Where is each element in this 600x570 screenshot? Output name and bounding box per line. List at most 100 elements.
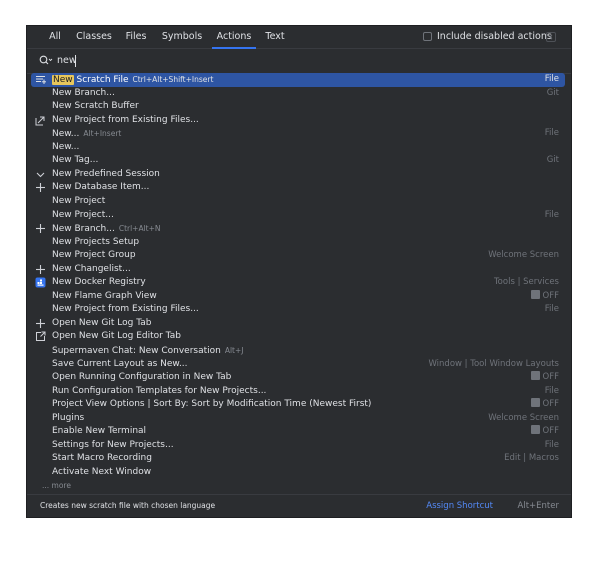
result-row[interactable]: New Changelist...	[31, 263, 565, 277]
search-icon[interactable]	[39, 55, 53, 66]
result-name-text: New Tag...	[52, 155, 99, 166]
result-row[interactable]: Start Macro Recording Edit | Macros	[31, 452, 565, 466]
match-highlight: New	[52, 75, 74, 85]
toggle-state: OFF	[542, 290, 559, 301]
project-from-files-icon	[35, 115, 46, 126]
tab-classes[interactable]: Classes	[75, 26, 113, 48]
result-location: File	[544, 128, 559, 139]
tab-symbols[interactable]: Symbols	[161, 26, 203, 48]
result-toggle[interactable]: OFF	[530, 371, 559, 385]
result-name: New...	[52, 141, 79, 155]
result-name: New Tag...	[52, 154, 98, 168]
result-row[interactable]: New Projects Setup	[31, 236, 565, 250]
result-shortcut: Ctrl+Alt+N	[118, 224, 161, 234]
more-link[interactable]: ... more	[42, 481, 71, 490]
result-row[interactable]: New Project	[31, 195, 565, 209]
result-row[interactable]: New Branch... Ctrl+Alt+N	[31, 222, 565, 236]
result-row[interactable]: New Docker Registry Tools | Services	[31, 276, 565, 290]
result-location: Welcome Screen	[488, 250, 559, 261]
plus-icon	[35, 182, 46, 193]
collapse-button[interactable]	[546, 32, 556, 42]
plus-icon	[35, 223, 46, 234]
result-row[interactable]: New Project from Existing Files...	[31, 114, 565, 128]
result-row[interactable]: New Flame Graph View OFF	[31, 289, 565, 304]
result-name-text: New Projects Setup	[52, 236, 140, 247]
result-name: New Project from Existing Files...	[52, 114, 199, 128]
result-name: New Branch... Ctrl+Alt+N	[52, 222, 161, 237]
search-row	[27, 49, 571, 74]
result-row[interactable]: Open New Git Log Tab	[31, 317, 565, 331]
result-row[interactable]: New Project from Existing Files... File	[31, 303, 565, 317]
tab-actions[interactable]: Actions	[212, 26, 256, 49]
result-name: New Project from Existing Files...	[52, 303, 199, 317]
result-name-text: New Flame Graph View	[52, 290, 157, 301]
result-row[interactable]: Open Running Configuration in New Tab OFF	[31, 371, 565, 385]
result-row[interactable]: Enable New Terminal OFF	[31, 425, 565, 439]
include-disabled-checkbox[interactable]	[423, 32, 432, 41]
result-row[interactable]: Supermaven Chat: New Conversation Alt+J	[31, 344, 565, 358]
search-input[interactable]	[57, 52, 537, 69]
result-row[interactable]: New Scratch File Ctrl+Alt+Shift+Insert Fil…	[31, 73, 565, 87]
result-row[interactable]: New Project... File	[31, 209, 565, 223]
result-name-text: New Project Group	[52, 250, 136, 261]
result-row[interactable]: Settings for New Projects... File	[31, 439, 565, 453]
result-row[interactable]: New Project Group Welcome Screen	[31, 249, 565, 263]
result-name-text: Settings for New Projects...	[52, 439, 174, 450]
result-name-text: New...	[52, 141, 80, 152]
result-name-text: New Project from Existing Files...	[52, 304, 199, 315]
assign-shortcut-key: Alt+Enter	[517, 501, 559, 511]
toggle-state: OFF	[542, 399, 559, 410]
result-row[interactable]: New Database Item...	[31, 181, 565, 195]
result-row[interactable]: New Branch... Git	[31, 87, 565, 101]
result-location: Welcome Screen	[488, 412, 559, 423]
chevron-down-icon	[35, 169, 46, 180]
result-name: New Projects Setup	[52, 236, 139, 250]
result-shortcut: Alt+J	[224, 346, 244, 355]
result-name-text: New Project	[52, 195, 106, 206]
result-location: File	[544, 385, 559, 396]
result-row[interactable]: Activate Next Window	[31, 466, 565, 480]
result-shortcut: Ctrl+Alt+Shift+Insert	[132, 75, 214, 84]
toggle-box	[530, 425, 540, 435]
result-name: New Project...	[52, 209, 114, 223]
result-name-text: Open Running Configuration in New Tab	[52, 372, 232, 383]
result-name: New Scratch Buffer	[52, 100, 139, 114]
result-toggle[interactable]: OFF	[530, 398, 559, 412]
result-toggle[interactable]: OFF	[530, 425, 559, 439]
search-everywhere-popup: All Classes Files Symbols Actions Text I…	[26, 25, 572, 518]
tab-files[interactable]: Files	[123, 26, 149, 48]
result-toggle[interactable]: OFF	[530, 289, 559, 304]
result-row[interactable]: New Tag... Git	[31, 154, 565, 168]
result-location: File	[544, 439, 559, 450]
result-name-text: Plugins	[52, 412, 85, 423]
result-name: Run Configuration Templates for New Proj…	[52, 385, 266, 399]
result-name: Plugins	[52, 412, 84, 426]
tab-all[interactable]: All	[44, 26, 66, 48]
text-caret	[75, 55, 76, 67]
footer-bar: Creates new scratch file with chosen lan…	[27, 494, 571, 517]
plus-icon	[35, 264, 46, 275]
result-name-text: Start Macro Recording	[52, 453, 152, 464]
result-row[interactable]: Open New Git Log Editor Tab	[31, 330, 565, 344]
result-name-text: New Database Item...	[52, 182, 150, 193]
result-row[interactable]: New Scratch Buffer	[31, 100, 565, 114]
result-name: New Project Group	[52, 249, 136, 263]
result-row[interactable]: Plugins Welcome Screen	[31, 412, 565, 426]
result-name-text: Enable New Terminal	[52, 426, 147, 437]
docker-icon	[35, 277, 46, 288]
result-row[interactable]: New... Alt+Insert File	[31, 127, 565, 141]
result-row[interactable]: Save Current Layout as New... Window | To…	[31, 358, 565, 372]
result-name: New Flame Graph View	[52, 290, 157, 304]
result-name-text: Activate Next Window	[52, 466, 152, 477]
result-row[interactable]: Run Configuration Templates for New Proj…	[31, 385, 565, 399]
result-name-text: Supermaven Chat: New Conversation	[52, 346, 221, 356]
result-name-text: New Project from Existing Files...	[52, 114, 199, 125]
plus-icon	[35, 318, 46, 329]
result-location: Edit | Macros	[504, 453, 559, 464]
tab-text[interactable]: Text	[264, 26, 286, 48]
assign-shortcut-link[interactable]: Assign Shortcut	[426, 495, 493, 517]
result-name-rest: Scratch File	[73, 75, 129, 85]
result-row[interactable]: New Predefined Session	[31, 168, 565, 182]
result-row[interactable]: Project View Options | Sort By: Sort by …	[31, 398, 565, 412]
result-row[interactable]: New...	[31, 141, 565, 155]
